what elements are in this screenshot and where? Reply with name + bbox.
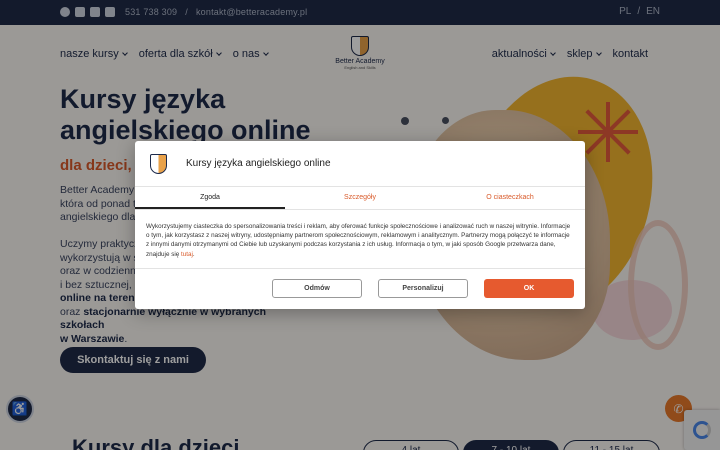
consent-text-end: . bbox=[192, 250, 195, 258]
divider bbox=[135, 268, 585, 269]
google-policy-link[interactable]: tutaj bbox=[181, 251, 193, 258]
dialog-tabs: Zgoda Szczegóły O ciasteczkach bbox=[135, 187, 585, 210]
logo-shield-icon bbox=[150, 154, 167, 174]
tab-consent[interactable]: Zgoda bbox=[135, 187, 285, 209]
customize-button[interactable]: Personalizuj bbox=[378, 279, 468, 298]
cookie-consent-dialog: Kursy języka angielskiego online Zgoda S… bbox=[135, 141, 585, 309]
deny-button[interactable]: Odmów bbox=[272, 279, 362, 298]
ok-button[interactable]: OK bbox=[484, 279, 574, 298]
tab-details[interactable]: Szczegóły bbox=[285, 187, 435, 209]
consent-body: Wykorzystujemy ciasteczka do spersonaliz… bbox=[146, 223, 571, 258]
dialog-header: Kursy języka angielskiego online bbox=[135, 141, 585, 187]
dialog-title: Kursy języka angielskiego online bbox=[186, 158, 331, 169]
tab-about-cookies[interactable]: O ciasteczkach bbox=[435, 187, 585, 209]
consent-text: Wykorzystujemy ciasteczka do spersonaliz… bbox=[146, 222, 574, 259]
